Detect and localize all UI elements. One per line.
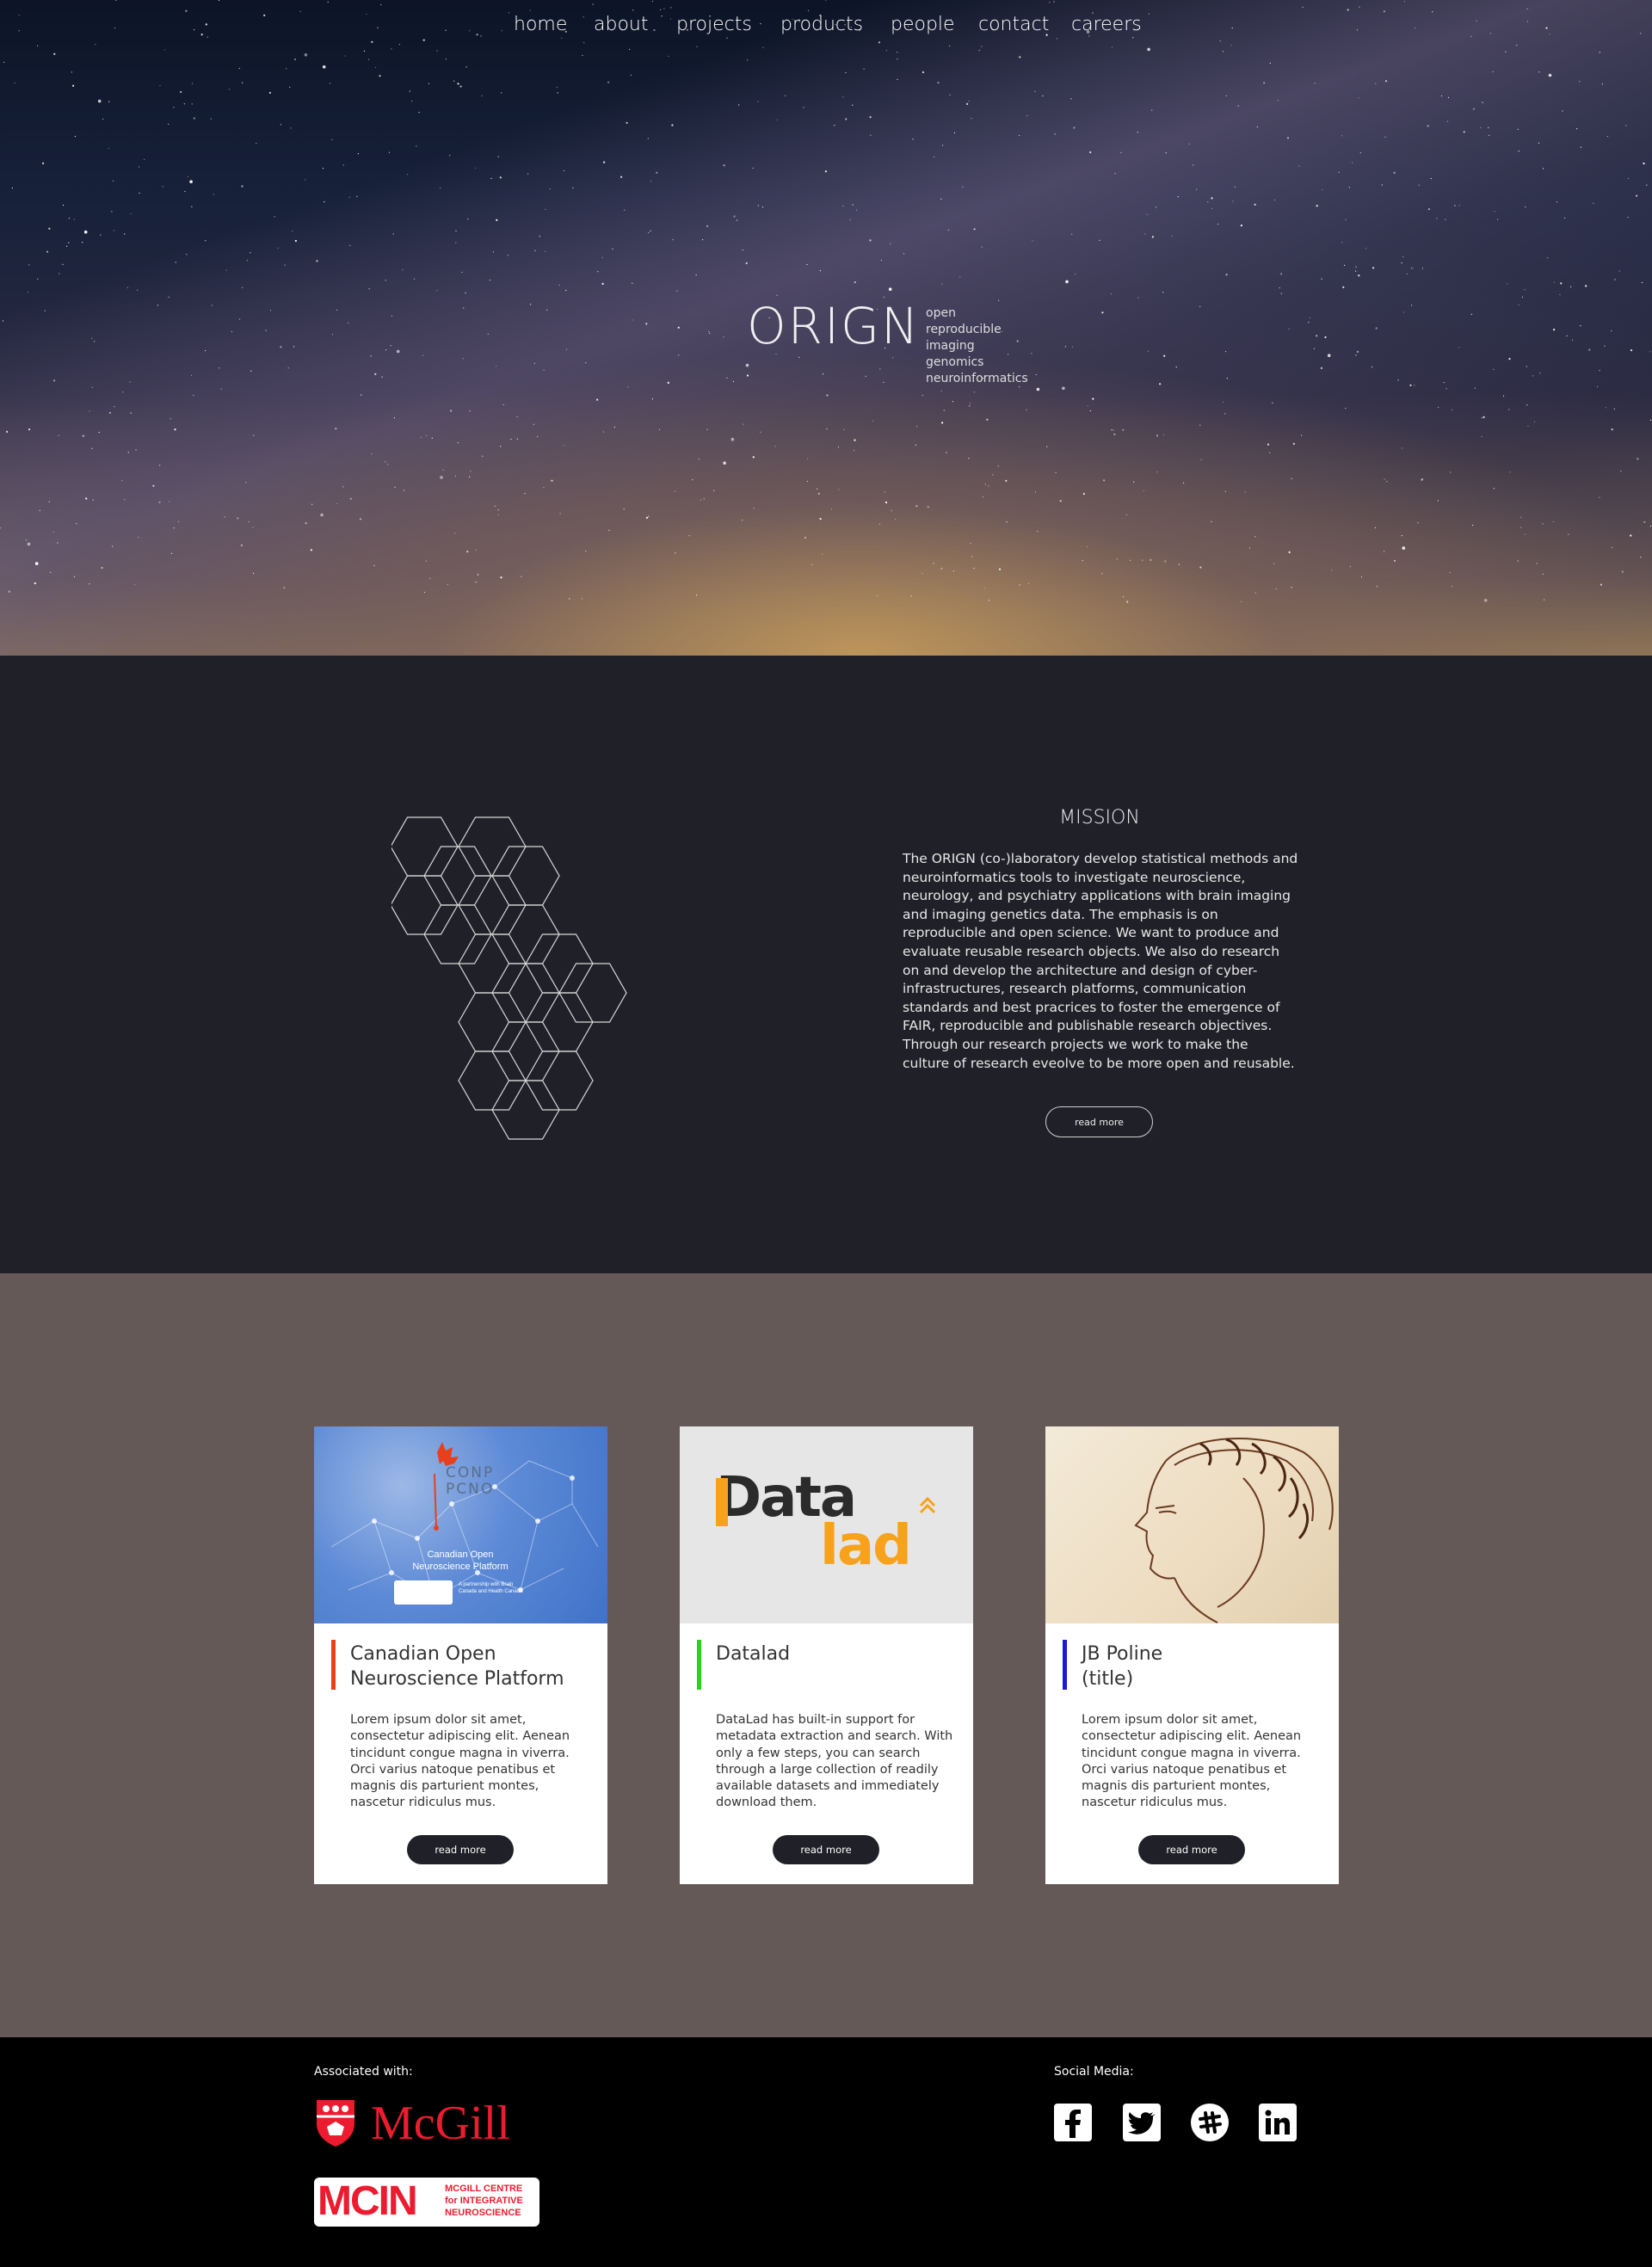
- mcin-subtitle: MCGILL CENTRE for INTEGRATIVE NEUROSCIEN…: [445, 2183, 523, 2219]
- slack-icon[interactable]: [1191, 2104, 1229, 2141]
- nav-projects[interactable]: projects: [676, 14, 752, 35]
- mission-section: [0, 656, 1652, 1273]
- mission-read-more-button[interactable]: read more: [1045, 1106, 1153, 1137]
- card-read-more-button[interactable]: read more: [773, 1835, 879, 1864]
- project-card-jb-poline: JB Poline (title) Lorem ipsum dolor sit …: [1045, 1426, 1339, 1884]
- facebook-icon[interactable]: [1054, 2104, 1092, 2141]
- mcin-subtitle-line: NEUROSCIENCE: [445, 2208, 521, 2218]
- mission-title: MISSION: [1059, 807, 1140, 829]
- card-title-line: (title): [1082, 1668, 1134, 1690]
- conp-partner-text: A partnership with Brain Canada and Heal…: [459, 1582, 523, 1594]
- conp-logo-text-fr: PCNO: [446, 1481, 495, 1498]
- site-brand: ORIGN: [747, 297, 921, 355]
- maple-leaf-icon: [437, 1442, 459, 1466]
- card-title-line: Canadian Open: [350, 1643, 496, 1665]
- hexagon-illustration: [391, 816, 627, 1140]
- card-read-more-button[interactable]: read more: [407, 1835, 514, 1864]
- social-media-label: Social Media:: [1054, 2065, 1134, 2079]
- card-title-line: Neuroscience Platform: [350, 1668, 564, 1690]
- mcgill-logo[interactable]: McGill: [314, 2098, 538, 2149]
- card-accent-bar: [1063, 1640, 1067, 1690]
- card-read-more-button[interactable]: read more: [1138, 1835, 1245, 1864]
- datalad-logo-image[interactable]: Data lad: [680, 1426, 973, 1623]
- main-nav: home about projects products people cont…: [0, 0, 1652, 50]
- site-tagline: open reproducible imaging genomics neuro…: [926, 305, 1028, 387]
- conp-image[interactable]: CONP PCNO Canadian Open Neuroscience Pla…: [314, 1426, 607, 1623]
- datalad-accent-graphic: [716, 1478, 936, 1526]
- twitter-icon[interactable]: [1123, 2104, 1161, 2141]
- mcin-subtitle-line: MCGILL CENTRE: [445, 2184, 523, 2194]
- project-card-conp: CONP PCNO Canadian Open Neuroscience Pla…: [314, 1426, 607, 1884]
- associated-label: Associated with:: [314, 2065, 413, 2079]
- mcgill-crest-icon: [317, 2100, 354, 2147]
- card-title[interactable]: Datalad: [716, 1642, 965, 1666]
- card-accent-bar: [697, 1640, 701, 1690]
- tagline-line: neuroinformatics: [926, 372, 1028, 385]
- mission-text: The ORIGN (co-)laboratory develop statis…: [903, 851, 1298, 1071]
- card-accent-bar: [331, 1640, 336, 1690]
- tagline-line: reproducible: [926, 323, 1002, 336]
- project-card-datalad: Data lad Datalad DataLad has built-in su…: [680, 1426, 973, 1884]
- mcgill-wordmark: McGill: [371, 2097, 510, 2150]
- card-description: DataLad has built-in support for metadat…: [716, 1713, 953, 1810]
- portrait-sketch-image[interactable]: [1045, 1426, 1339, 1623]
- nav-contact[interactable]: contact: [978, 14, 1049, 35]
- mcin-subtitle-line: for INTEGRATIVE: [445, 2196, 523, 2206]
- nav-products[interactable]: products: [780, 14, 863, 35]
- conp-partner-logo: [394, 1580, 453, 1605]
- mcin-wordmark: MCIN: [317, 2178, 418, 2224]
- card-title-line: Datalad: [716, 1643, 791, 1665]
- card-title-line: JB Poline: [1082, 1643, 1163, 1665]
- nav-about[interactable]: about: [594, 14, 648, 35]
- site-footer: [0, 2037, 1652, 2267]
- card-description: Lorem ipsum dolor sit amet, consectetur …: [350, 1713, 570, 1810]
- tagline-line: genomics: [926, 355, 984, 369]
- card-title[interactable]: JB Poline (title): [1082, 1642, 1331, 1691]
- nav-home[interactable]: home: [514, 14, 567, 35]
- conp-logo-text: CONP: [446, 1464, 495, 1482]
- tagline-line: imaging: [926, 339, 975, 353]
- hero-banner: home about projects products people cont…: [0, 0, 1652, 656]
- card-description: Lorem ipsum dolor sit amet, consectetur …: [1082, 1713, 1302, 1810]
- nav-careers[interactable]: careers: [1071, 14, 1142, 35]
- card-title[interactable]: Canadian Open Neuroscience Platform: [350, 1642, 600, 1691]
- mcin-logo[interactable]: MCIN MCGILL CENTRE for INTEGRATIVE NEURO…: [314, 2178, 539, 2227]
- portrait-sketch: [1134, 1437, 1334, 1623]
- conp-image-caption: Canadian Open Neuroscience Platform: [412, 1549, 509, 1572]
- linkedin-icon[interactable]: [1259, 2104, 1297, 2141]
- tagline-line: open: [926, 306, 956, 320]
- nav-people[interactable]: people: [891, 14, 955, 35]
